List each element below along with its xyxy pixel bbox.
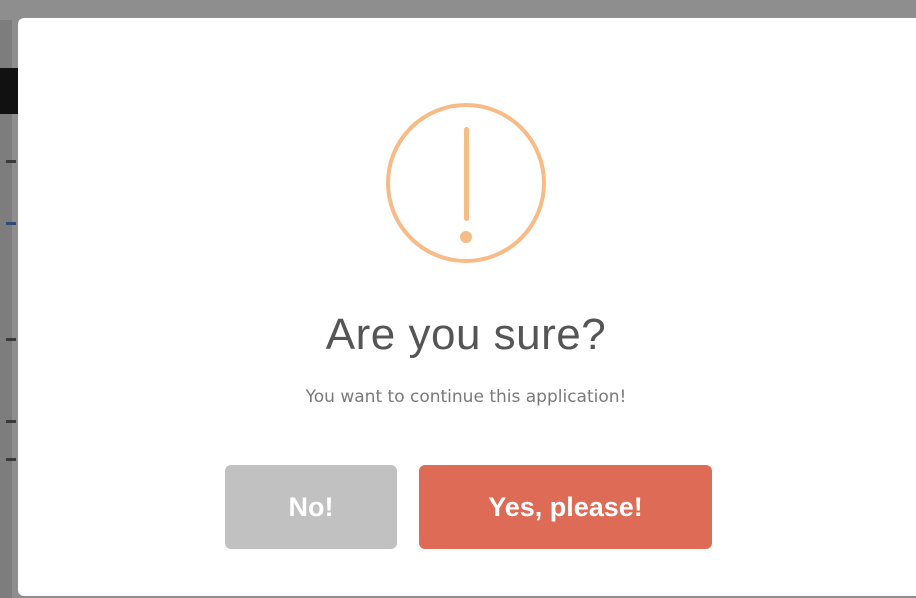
warning-exclamation-icon <box>386 103 546 263</box>
background-page-text <box>6 420 16 423</box>
exclamation-dot <box>460 231 472 243</box>
dialog-message: You want to continue this application! <box>305 387 627 407</box>
background-page-header <box>0 68 18 114</box>
confirm-button[interactable]: Yes, please! <box>419 465 712 549</box>
exclamation-bar <box>464 127 469 221</box>
background-page-text <box>6 458 16 461</box>
cancel-button[interactable]: No! <box>225 465 397 549</box>
dialog-title: Are you sure? <box>325 310 607 359</box>
background-page-text <box>6 160 16 163</box>
background-page-link <box>6 222 16 225</box>
